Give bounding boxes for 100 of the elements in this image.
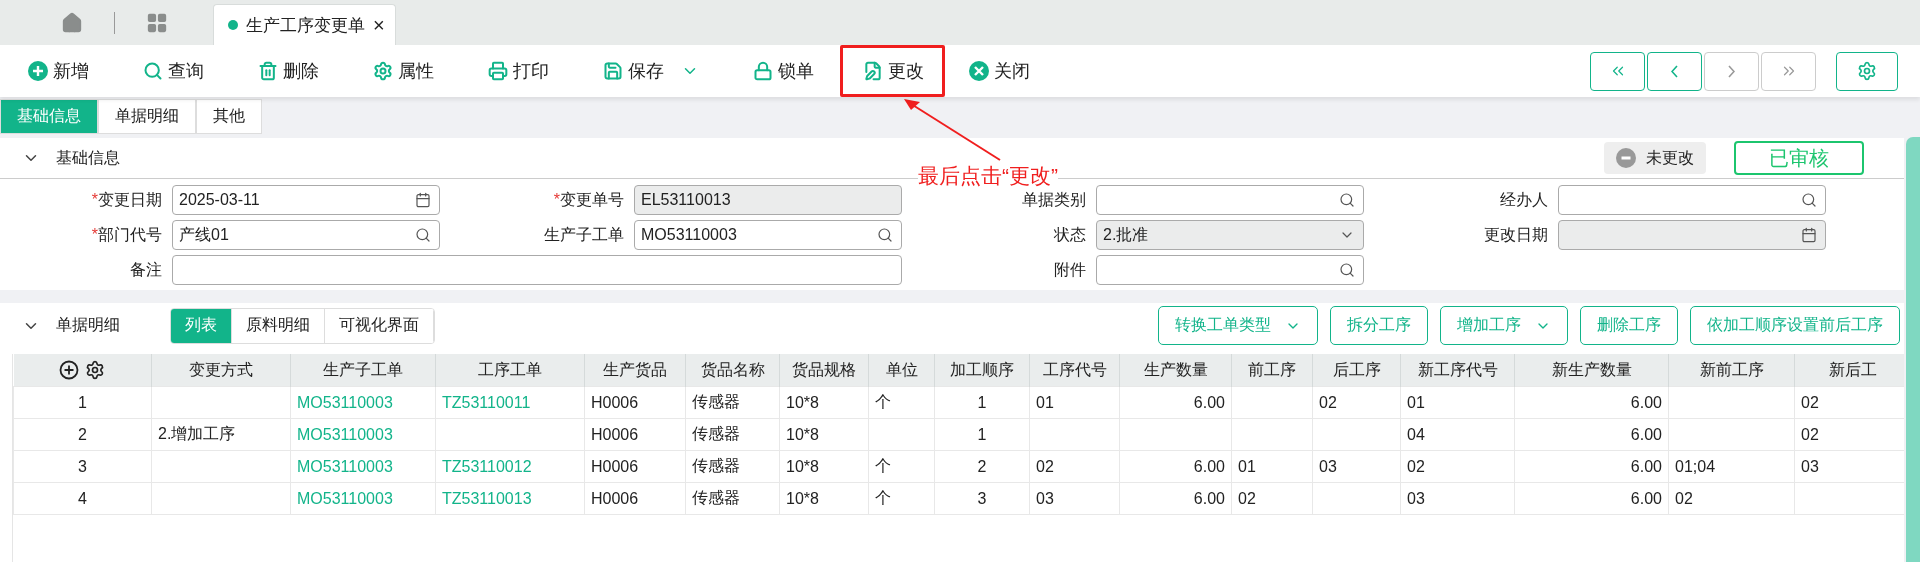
gear-icon [373, 61, 393, 81]
toolbar-button[interactable]: 锁单 [753, 45, 832, 97]
input-field[interactable]: 2025-03-11 [172, 185, 440, 215]
input-field[interactable]: 产线01 [172, 220, 440, 250]
file-edit-icon [863, 61, 883, 81]
toolbar-button[interactable]: 保存 [603, 45, 717, 97]
input-field[interactable] [1096, 185, 1364, 215]
pager-button[interactable] [1590, 51, 1645, 91]
trash-icon [258, 61, 278, 81]
table-cell: 02 [1029, 450, 1120, 483]
close-icon [969, 61, 989, 81]
table-cell: 个 [868, 386, 935, 419]
toolbar-button[interactable]: 更改 [840, 45, 945, 97]
table-cell: H0006 [584, 450, 686, 483]
document-tab[interactable]: 生产工序变更单 × [213, 4, 396, 45]
toolbar-button[interactable]: 新增 [28, 45, 107, 97]
table-cell: 2 [13, 418, 152, 451]
table-cell: 6.00 [1119, 450, 1232, 483]
input-field[interactable] [1558, 220, 1826, 250]
column-header: 工序工单 [435, 354, 585, 387]
column-header: 货品规格 [779, 354, 869, 387]
search-icon[interactable] [415, 227, 431, 243]
section-tab[interactable]: 其他 [196, 99, 262, 134]
annotation-text: 最后点击“更改” [918, 162, 1058, 190]
section-title: 基础信息 [56, 147, 120, 168]
settings-icon[interactable] [85, 360, 106, 380]
column-header: 生产货品 [584, 354, 686, 387]
toolbar-button[interactable]: 打印 [488, 45, 567, 97]
search-icon[interactable] [877, 227, 893, 243]
table-cell: 04 [1400, 418, 1515, 451]
close-tab-button[interactable]: × [373, 13, 385, 37]
settings-button[interactable] [1836, 51, 1898, 91]
input-field[interactable]: EL53110013 [634, 185, 902, 215]
status-dot [228, 20, 238, 30]
add-icon [28, 61, 48, 81]
table-cell: 10*8 [779, 386, 869, 419]
table-cell: 02 [1400, 450, 1515, 483]
column-header: 前工序 [1231, 354, 1313, 387]
column-header: 新生产数量 [1514, 354, 1669, 387]
column-header: 工序代号 [1029, 354, 1120, 387]
input-field[interactable] [1096, 255, 1364, 285]
field-label: 经办人 [1500, 189, 1548, 210]
table-cell: 6.00 [1119, 482, 1232, 515]
calendar-icon[interactable] [415, 192, 431, 208]
column-header: 生产子工单 [290, 354, 436, 387]
table-cell: 03 [1029, 482, 1120, 515]
required-mark: * [91, 191, 98, 209]
search-icon [143, 61, 163, 81]
chevron-left-icon [1671, 64, 1678, 78]
required-mark: * [91, 226, 98, 244]
table-cell: 6.00 [1119, 386, 1232, 419]
scrollbar[interactable] [1906, 137, 1920, 562]
table-cell: 01;04 [1668, 450, 1795, 483]
required-mark: * [553, 191, 560, 209]
table-cell: 01 [1400, 386, 1515, 419]
chevron-right-icon [1728, 64, 1735, 78]
table-cell: 传感器 [685, 482, 780, 515]
table-cell: 03 [1400, 482, 1515, 515]
grid-icon[interactable] [146, 11, 168, 34]
input-field[interactable]: 2.批准 [1096, 220, 1364, 250]
toolbar-button[interactable]: 关闭 [969, 45, 1048, 97]
field-label: 部门代号 [98, 224, 162, 245]
input-field[interactable] [172, 255, 902, 285]
column-header: 新后工 [1794, 354, 1904, 387]
input-field[interactable]: MO53110003 [634, 220, 902, 250]
table-cell: 传感器 [685, 386, 780, 419]
toolbar-button[interactable]: 属性 [373, 45, 452, 97]
column-header: 货品名称 [685, 354, 780, 387]
column-header: 后工序 [1312, 354, 1401, 387]
input-field[interactable] [1558, 185, 1826, 215]
calendar-icon[interactable] [1801, 227, 1817, 243]
section-title: 单据明细 [56, 315, 120, 335]
table-cell: 01 [1231, 450, 1313, 483]
tab-title: 生产工序变更单 [246, 14, 365, 37]
table-cell: 10*8 [779, 418, 869, 451]
table-cell: 6.00 [1514, 418, 1669, 451]
table-cell: 传感器 [685, 418, 780, 451]
search-icon[interactable] [1339, 192, 1355, 208]
home-icon[interactable] [61, 11, 83, 34]
table-cell: 4 [13, 482, 152, 515]
table-cell: 6.00 [1514, 482, 1669, 515]
field-label: 状态 [1054, 224, 1086, 245]
toolbar-button[interactable]: 删除 [258, 45, 337, 97]
toolbar-button[interactable]: 查询 [143, 45, 222, 97]
column-header: 加工顺序 [934, 354, 1030, 387]
column-header: 新前工序 [1668, 354, 1795, 387]
section-tab[interactable]: 单据明细 [98, 99, 196, 134]
add-row-icon[interactable] [59, 360, 80, 380]
floppy-icon [603, 61, 623, 81]
status-text: 未更改 [1646, 147, 1694, 168]
field-label: 附件 [1054, 259, 1086, 280]
table-cell: 个 [868, 450, 935, 483]
search-icon[interactable] [1339, 262, 1355, 278]
column-header: 单位 [868, 354, 935, 387]
search-icon[interactable] [1801, 192, 1817, 208]
table-cell: 1 [934, 386, 1030, 419]
table-cell: 2.增加工序 [151, 418, 291, 451]
pager-button[interactable] [1647, 51, 1702, 91]
audit-stamp: 已审核 [1734, 141, 1864, 175]
table-cell: 1 [934, 418, 1030, 451]
